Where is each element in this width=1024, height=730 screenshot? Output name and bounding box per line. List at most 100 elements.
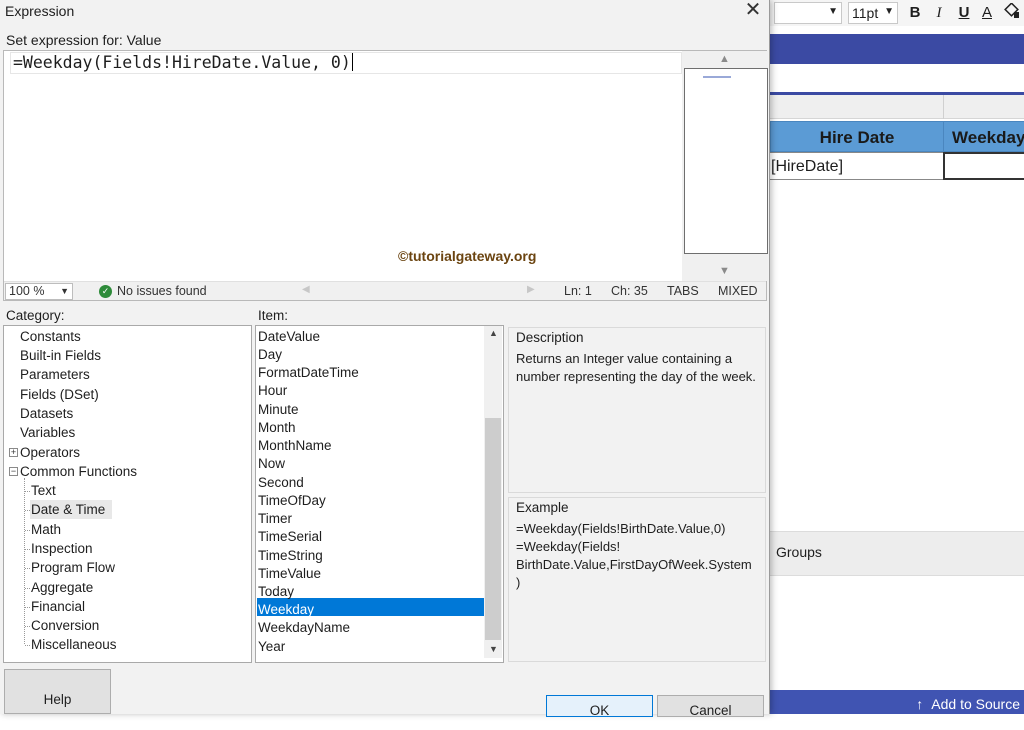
fill-color-icon[interactable]	[1002, 2, 1022, 23]
item-list-scrollbar[interactable]: ▲ ▼	[484, 326, 502, 658]
item-entry[interactable]: Year	[258, 638, 285, 656]
description-title: Description	[516, 330, 584, 345]
tabs-indicator: TABS	[667, 284, 699, 298]
subcategory-item[interactable]: Miscellaneous	[31, 636, 117, 654]
item-entry[interactable]: DateValue	[258, 328, 320, 346]
item-entry[interactable]: MonthName	[258, 437, 332, 455]
font-color-button[interactable]: A	[977, 3, 997, 23]
item-entry[interactable]: TimeString	[258, 547, 323, 565]
subcategory-item[interactable]: Aggregate	[31, 579, 93, 597]
description-text: Returns an Integer value containing a nu…	[516, 351, 756, 384]
scroll-up-icon[interactable]: ▲	[489, 328, 498, 338]
font-size-combo[interactable]: 11pt ▼	[848, 2, 898, 24]
description-box: Description Returns an Integer value con…	[508, 327, 766, 493]
set-expression-label: Set expression for: Value	[6, 32, 162, 48]
item-entry[interactable]: Hour	[258, 382, 287, 400]
item-entry[interactable]: Day	[258, 346, 282, 364]
chevron-down-icon: ▼	[884, 6, 894, 17]
example-title: Example	[516, 500, 569, 515]
add-to-source-button[interactable]: Add to Source	[931, 696, 1020, 712]
check-circle-icon: ✓	[99, 285, 112, 298]
underline-button[interactable]: U	[954, 3, 974, 23]
groups-label: Groups	[776, 544, 822, 560]
subcategory-item[interactable]: Financial	[31, 598, 85, 616]
item-entry-selected[interactable]: Weekday	[258, 601, 314, 619]
watermark-text: tutorialgateway.org	[408, 248, 537, 264]
item-entry[interactable]: TimeValue	[258, 565, 321, 583]
table-header-weekday[interactable]: Weekday	[943, 121, 1024, 152]
category-item[interactable]: Constants	[20, 328, 81, 346]
category-item[interactable]: Parameters	[20, 366, 90, 384]
editor-minimap[interactable]	[684, 68, 768, 254]
item-entry[interactable]: TimeOfDay	[258, 492, 326, 510]
expand-plus-icon[interactable]: +	[9, 448, 18, 457]
arrow-up-icon: ↑	[916, 696, 924, 712]
item-label: Item:	[258, 308, 289, 323]
category-item[interactable]: Common Functions	[20, 463, 137, 481]
item-entry[interactable]: Today	[258, 583, 294, 601]
table-cell-hire-date[interactable]: [HireDate]	[770, 152, 944, 180]
scroll-right-icon[interactable]: ▶	[527, 284, 535, 295]
scroll-down-icon[interactable]: ▼	[489, 644, 498, 654]
designer-status-bar: ↑ Add to Source	[770, 690, 1024, 714]
item-entry[interactable]: Timer	[258, 510, 292, 528]
designer-header-band	[770, 34, 1024, 64]
table-cell-weekday[interactable]	[943, 152, 1024, 180]
subcategory-item[interactable]: Program Flow	[31, 559, 115, 577]
editor-status-bar: 100 % ▼ ✓ No issues found ◀ ▶ Ln: 1 Ch: 3…	[4, 281, 766, 300]
item-entry[interactable]: FormatDateTime	[258, 364, 359, 382]
italic-button[interactable]: I	[929, 3, 949, 23]
chevron-down-icon: ▼	[60, 286, 69, 296]
item-entry[interactable]: Month	[258, 419, 296, 437]
expression-text[interactable]: =Weekday(Fields!HireDate.Value, 0)	[13, 53, 353, 72]
example-line: BirthDate.Value,FirstDayOfWeek.System	[516, 557, 752, 572]
font-family-combo[interactable]: ▼	[774, 2, 842, 24]
editor-vertical-scrollbar[interactable]: ▲ ▼	[682, 51, 768, 281]
font-size-value: 11pt	[852, 5, 879, 21]
char-indicator: Ch: 35	[611, 284, 648, 298]
watermark: ©tutorialgateway.org	[398, 248, 537, 264]
example-line: )	[516, 575, 521, 590]
example-line: =Weekday(Fields!BirthDate.Value,0)	[516, 521, 726, 536]
item-entry[interactable]: WeekdayName	[258, 619, 350, 637]
expression-editor[interactable]: =Weekday(Fields!HireDate.Value, 0) ©tuto…	[3, 50, 768, 301]
scrollbar-thumb[interactable]	[485, 418, 501, 640]
category-item[interactable]: Built-in Fields	[20, 347, 101, 365]
bold-button[interactable]: B	[905, 3, 925, 23]
report-designer-background: ▼ 11pt ▼ B I U A Hire Date Weekday [HireD…	[770, 0, 1024, 714]
example-line: =Weekday(Fields!	[516, 539, 621, 554]
row-groups-pane: Groups	[770, 531, 1024, 576]
category-label: Category:	[6, 308, 65, 323]
subcategory-item-selected[interactable]: Date & Time	[31, 501, 105, 519]
item-entry[interactable]: TimeSerial	[258, 528, 322, 546]
example-box: Example =Weekday(Fields!BirthDate.Value,…	[508, 497, 766, 662]
category-item[interactable]: Fields (DSet)	[20, 386, 99, 404]
table-header-hire-date[interactable]: Hire Date	[770, 121, 944, 152]
chevron-down-icon: ▼	[828, 6, 838, 17]
item-entry[interactable]: Second	[258, 474, 304, 492]
expression-dialog: Expression ✕ Set expression for: Value =…	[0, 0, 770, 718]
subcategory-item[interactable]: Text	[31, 482, 56, 500]
close-icon[interactable]: ✕	[742, 0, 764, 22]
line-indicator: Ln: 1	[564, 284, 592, 298]
scroll-down-icon[interactable]: ▼	[719, 265, 730, 277]
subcategory-item[interactable]: Math	[31, 521, 61, 539]
category-item[interactable]: Datasets	[20, 405, 73, 423]
subcategory-item[interactable]: Inspection	[31, 540, 93, 558]
column-handle-row	[770, 95, 1024, 119]
item-entry[interactable]: Now	[258, 455, 285, 473]
category-item[interactable]: Variables	[20, 424, 75, 442]
item-list: DateValue Day FormatDateTime Hour Minute…	[255, 325, 504, 663]
text-caret	[351, 53, 353, 71]
scroll-left-icon[interactable]: ◀	[302, 284, 310, 295]
help-button[interactable]: Help	[4, 669, 111, 714]
category-tree: Constants Built-in Fields Parameters Fie…	[3, 325, 252, 663]
zoom-select[interactable]: 100 % ▼	[5, 283, 73, 300]
item-entry[interactable]: Minute	[258, 401, 299, 419]
scroll-up-icon[interactable]: ▲	[719, 53, 730, 65]
formatting-toolbar: ▼ 11pt ▼ B I U A	[770, 0, 1024, 26]
dialog-title: Expression	[5, 3, 75, 19]
category-item[interactable]: Operators	[20, 444, 80, 462]
subcategory-item[interactable]: Conversion	[31, 617, 99, 635]
collapse-minus-icon[interactable]: −	[9, 467, 18, 476]
